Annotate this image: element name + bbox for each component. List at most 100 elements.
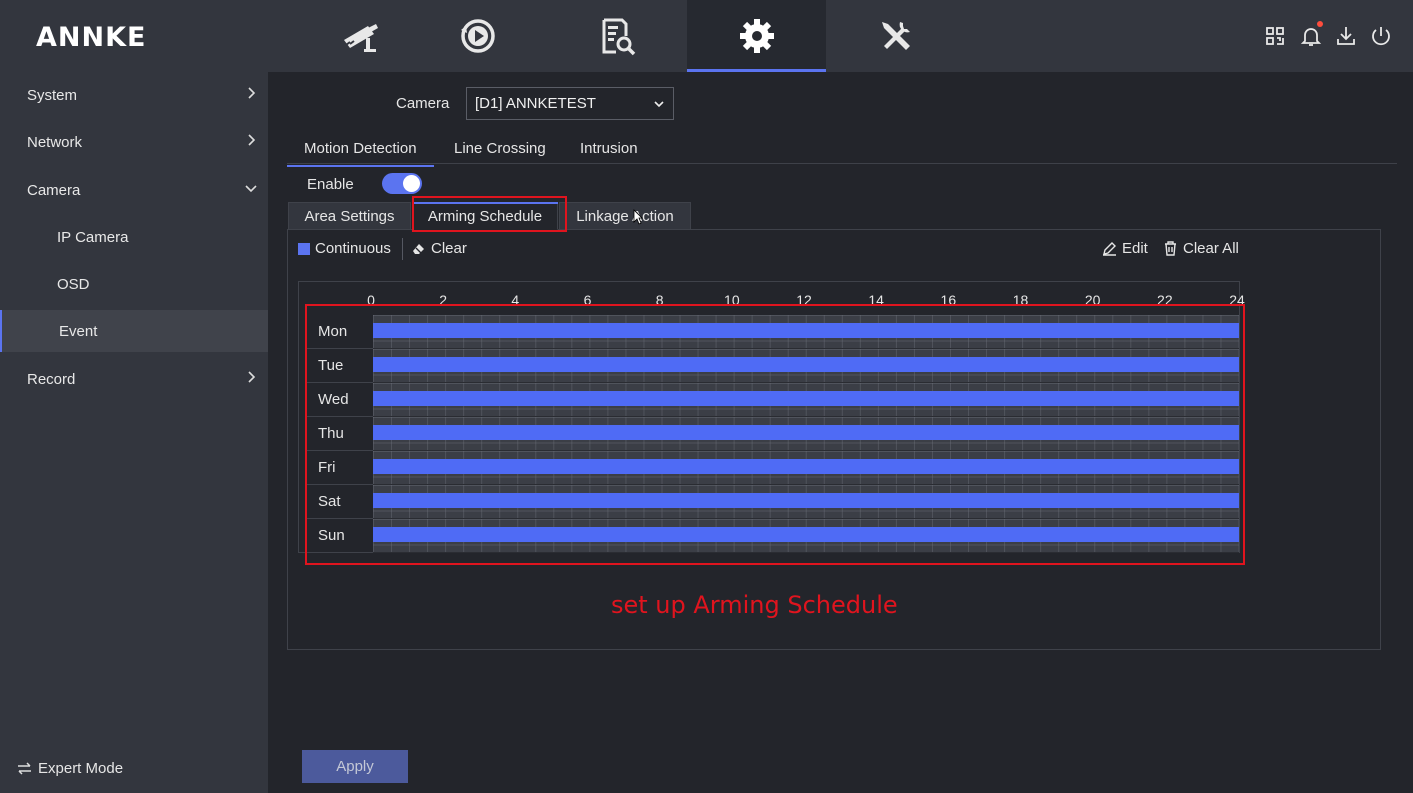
hour-label: 4 (511, 292, 520, 308)
schedule-track[interactable] (373, 315, 1239, 349)
sidebar-item-system[interactable]: System (0, 74, 268, 116)
tab-area-settings[interactable]: Area Settings (288, 202, 411, 230)
tools-icon (881, 22, 910, 50)
schedule-bar-continuous[interactable] (373, 527, 1239, 542)
nav-tab-playback[interactable] (408, 0, 547, 72)
tab-linkage-action[interactable]: Linkage Action (559, 202, 691, 230)
sidebar-item-record[interactable]: Record (0, 358, 268, 400)
day-label: Mon (306, 315, 373, 349)
sidebar-item-label: Record (27, 370, 76, 388)
schedule-row-thu: Thu (306, 417, 1240, 451)
bell-icon[interactable] (1299, 21, 1323, 48)
camera-label: Camera (396, 95, 450, 112)
camera-select-value: [D1] ANNKETEST (475, 95, 596, 112)
hour-label: 0 (367, 292, 375, 308)
annotation-text: set up Arming Schedule (611, 591, 898, 619)
hour-label: 20 (1084, 292, 1101, 308)
sidebar-item-event[interactable]: Event (0, 310, 268, 352)
nav-tab-search[interactable] (548, 0, 687, 72)
mouse-cursor-icon (633, 209, 643, 225)
schedule-bar-continuous[interactable] (373, 357, 1239, 372)
schedule-track[interactable] (373, 519, 1239, 553)
clear-label: Clear (431, 240, 467, 257)
day-label: Fri (306, 451, 373, 485)
nav-tab-configuration[interactable] (687, 0, 826, 72)
chevron-down-icon (245, 185, 257, 193)
apply-button[interactable]: Apply (302, 750, 408, 783)
schedule-track[interactable] (373, 349, 1239, 383)
tab-line-crossing[interactable]: Line Crossing (454, 140, 546, 164)
day-label: Sun (306, 519, 373, 553)
schedule-row-sat: Sat (306, 485, 1240, 519)
sidebar-item-label: Network (27, 133, 83, 151)
sidebar-item-ip-camera[interactable]: IP Camera (0, 216, 268, 258)
schedule-row-fri: Fri (306, 451, 1240, 485)
chevron-right-icon (248, 134, 256, 146)
continuous-label: Continuous (315, 240, 391, 257)
camera-select[interactable]: [D1] ANNKETEST (466, 87, 674, 120)
schedule-bar-continuous[interactable] (373, 459, 1239, 474)
chevron-right-icon (248, 87, 256, 99)
day-label: Wed (306, 383, 373, 417)
hour-label: 10 (724, 292, 740, 308)
edit-button[interactable]: Edit (1102, 240, 1148, 257)
schedule-row-sun: Sun (306, 519, 1240, 553)
continuous-button[interactable]: Continuous (298, 240, 391, 257)
schedule-bar-continuous[interactable] (373, 391, 1239, 406)
sidebar-item-label: Camera (27, 181, 81, 199)
hour-label: 16 (940, 292, 957, 308)
gear-icon (739, 19, 774, 53)
schedule-track[interactable] (373, 451, 1239, 485)
hour-label: 6 (583, 292, 592, 308)
schedule-track[interactable] (373, 417, 1239, 451)
schedule-row-mon: Mon (306, 315, 1240, 349)
schedule-row-wed: Wed (306, 383, 1240, 417)
clear-all-button[interactable]: Clear All (1163, 240, 1239, 257)
day-label: Thu (306, 417, 373, 451)
hour-label: 12 (796, 292, 812, 308)
schedule-bar-continuous[interactable] (373, 323, 1239, 338)
sidebar-item-osd[interactable]: OSD (0, 263, 268, 305)
toggle-knob (403, 175, 420, 192)
hour-label: 2 (439, 292, 448, 308)
sidebar-item-network[interactable]: Network (0, 121, 268, 163)
clear-all-label: Clear All (1183, 240, 1239, 257)
expert-mode-button[interactable]: Expert Mode (17, 760, 123, 777)
eraser-icon (413, 244, 424, 254)
expert-mode-label: Expert Mode (38, 760, 124, 777)
schedule-track[interactable] (373, 383, 1239, 417)
power-icon[interactable] (1369, 24, 1393, 48)
qr-code-icon[interactable] (1263, 24, 1287, 48)
schedule-bar-continuous[interactable] (373, 425, 1239, 440)
download-icon[interactable] (1334, 24, 1358, 48)
camera-icon (343, 24, 378, 52)
tab-arming-schedule[interactable]: Arming Schedule (412, 202, 558, 230)
playback-icon (460, 19, 495, 53)
nav-tab-maintenance[interactable] (826, 0, 965, 72)
schedule-bar-continuous[interactable] (373, 493, 1239, 508)
annke-logo: ANNKE (36, 22, 147, 53)
tab-intrusion[interactable]: Intrusion (580, 140, 638, 164)
chevron-down-icon (654, 101, 664, 108)
file-search-icon (602, 18, 635, 56)
schedule-track[interactable] (373, 485, 1239, 519)
top-bar: ANNKE (0, 0, 1413, 72)
hour-label: 24 (1229, 292, 1245, 308)
swap-arrows-icon (18, 762, 31, 775)
hour-label: 14 (868, 292, 884, 308)
sidebar-item-label: OSD (57, 275, 90, 293)
sidebar-item-label: System (27, 86, 78, 104)
pencil-icon (1103, 242, 1116, 256)
clear-button[interactable]: Clear (411, 240, 467, 257)
trash-icon (1165, 241, 1176, 256)
notification-dot (1317, 21, 1323, 27)
continuous-color-swatch (298, 242, 310, 255)
sidebar-item-label: Event (59, 322, 98, 340)
enable-toggle[interactable] (382, 173, 422, 194)
sidebar-item-camera[interactable]: Camera (0, 169, 268, 211)
tab-motion-detection[interactable]: Motion Detection (287, 140, 434, 167)
hour-label: 18 (1012, 292, 1029, 308)
hour-label: 8 (655, 292, 664, 308)
sidebar-item-label: IP Camera (57, 228, 129, 246)
edit-label: Edit (1122, 240, 1148, 257)
